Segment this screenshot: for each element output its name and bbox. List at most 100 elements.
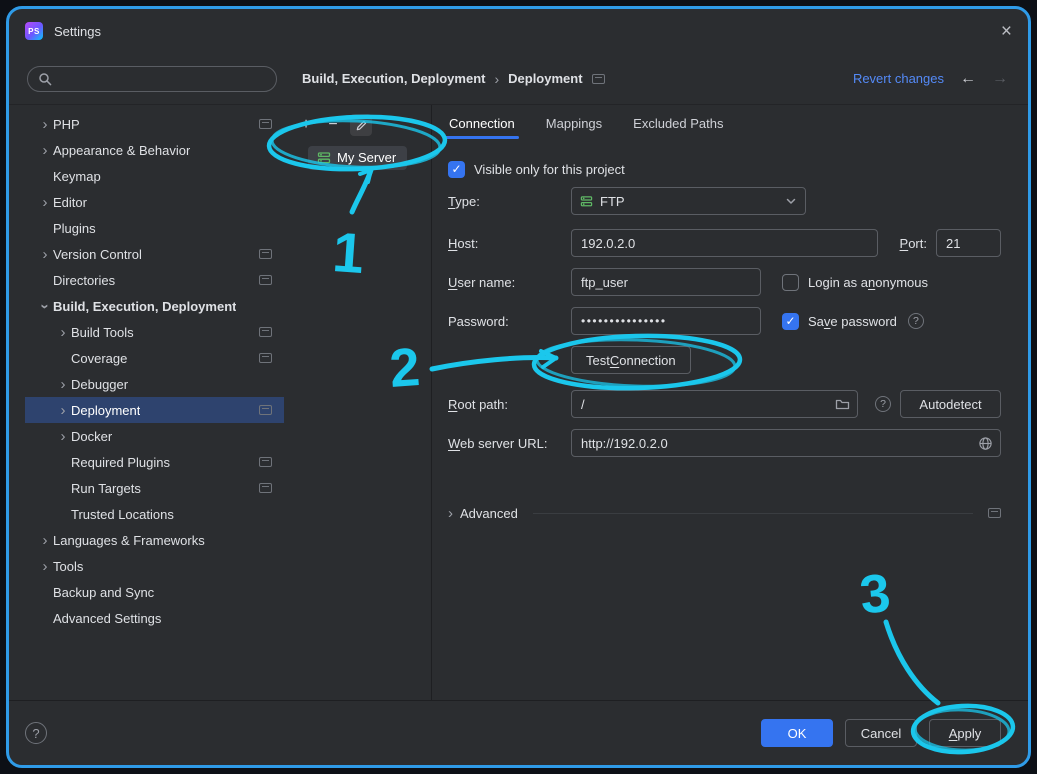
sidebar-item-label: Keymap: [53, 169, 101, 184]
web-server-url-label: Web server URL:: [448, 436, 571, 451]
chevron-down-icon[interactable]: ›: [38, 298, 53, 314]
chevron-right-icon[interactable]: ›: [37, 195, 53, 210]
tab-connection[interactable]: Connection: [448, 114, 516, 133]
sidebar-item-label: Deployment: [71, 403, 140, 418]
user-row: User name: Login as anonymous: [448, 268, 1001, 296]
sidebar-item-coverage[interactable]: Coverage: [25, 345, 284, 371]
per-project-settings-icon: [259, 327, 272, 337]
per-project-settings-icon: [259, 119, 272, 129]
host-input[interactable]: [571, 229, 878, 257]
sidebar-item-label: Editor: [53, 195, 87, 210]
sidebar-item-editor[interactable]: ›Editor: [25, 189, 284, 215]
add-server-button[interactable]: +: [296, 115, 316, 135]
sidebar-item-label: Directories: [53, 273, 115, 288]
sidebar-item-label: Build Tools: [71, 325, 134, 340]
back-arrow-icon[interactable]: ←: [960, 70, 976, 88]
host-label: Host:: [448, 236, 571, 251]
sidebar-item-trusted-locations[interactable]: Trusted Locations: [25, 501, 284, 527]
save-password-checkbox[interactable]: ✓: [782, 313, 799, 330]
tab-excluded-paths[interactable]: Excluded Paths: [632, 114, 724, 133]
forward-arrow-icon[interactable]: →: [992, 70, 1008, 88]
sidebar-item-appearance-behavior[interactable]: ›Appearance & Behavior: [25, 137, 284, 163]
chevron-right-icon[interactable]: ›: [37, 559, 53, 574]
sidebar-item-required-plugins[interactable]: Required Plugins: [25, 449, 284, 475]
close-icon[interactable]: ×: [1001, 22, 1012, 41]
sidebar-item-label: Backup and Sync: [53, 585, 154, 600]
chevron-right-icon[interactable]: ›: [37, 247, 53, 262]
tab-bar: Connection Mappings Excluded Paths: [448, 111, 725, 135]
type-select[interactable]: FTP: [571, 187, 806, 215]
user-name-input[interactable]: [571, 268, 761, 296]
type-row: Type: FTP: [448, 187, 1001, 215]
chevron-right-icon[interactable]: ›: [37, 117, 53, 132]
sidebar-item-languages-frameworks[interactable]: ›Languages & Frameworks: [25, 527, 284, 553]
type-label: Type:: [448, 194, 571, 209]
tab-mappings[interactable]: Mappings: [545, 114, 603, 133]
test-connection-row: Test Connection: [448, 346, 1001, 374]
help-icon[interactable]: ?: [25, 722, 47, 744]
web-server-url-input[interactable]: [571, 429, 1001, 457]
chevron-right-icon[interactable]: ›: [448, 505, 453, 522]
sidebar-item-backup-sync[interactable]: Backup and Sync: [25, 579, 284, 605]
edit-server-button[interactable]: [350, 114, 372, 136]
breadcrumb-parent[interactable]: Build, Execution, Deployment: [302, 71, 485, 86]
test-connection-button[interactable]: Test Connection: [571, 346, 691, 374]
sidebar-item-docker[interactable]: ›Docker: [25, 423, 284, 449]
remove-server-button[interactable]: −: [323, 115, 343, 135]
per-project-settings-icon: [259, 483, 272, 493]
sidebar-item-label: Languages & Frameworks: [53, 533, 205, 548]
sidebar-item-deployment[interactable]: ›Deployment: [25, 397, 284, 423]
server-list-item-my-server[interactable]: My Server: [308, 146, 407, 170]
chevron-right-icon[interactable]: ›: [55, 403, 71, 418]
sidebar-item-keymap[interactable]: Keymap: [25, 163, 284, 189]
sidebar-item-label: Run Targets: [71, 481, 141, 496]
port-input[interactable]: [936, 229, 1001, 257]
search-box[interactable]: [27, 66, 277, 92]
chevron-right-icon[interactable]: ›: [37, 143, 53, 158]
title-bar: PS Settings ×: [9, 9, 1028, 53]
help-icon[interactable]: ?: [908, 313, 924, 329]
save-password-label: Save password: [808, 314, 897, 329]
cancel-button[interactable]: Cancel: [845, 719, 917, 747]
breadcrumb-current[interactable]: Deployment: [508, 71, 582, 86]
sidebar-item-version-control[interactable]: ›Version Control: [25, 241, 284, 267]
settings-dialog: PS Settings × Build, Execution, Deployme…: [6, 6, 1031, 768]
chevron-right-icon[interactable]: ›: [55, 377, 71, 392]
autodetect-button[interactable]: Autodetect: [900, 390, 1001, 418]
apply-button[interactable]: Apply: [929, 719, 1001, 747]
sidebar-item-php[interactable]: ›PHP: [25, 111, 284, 137]
anonymous-checkbox[interactable]: [782, 274, 799, 291]
sidebar-item-debugger[interactable]: ›Debugger: [25, 371, 284, 397]
sidebar-item-label: Tools: [53, 559, 83, 574]
chevron-right-icon[interactable]: ›: [37, 533, 53, 548]
help-icon[interactable]: ?: [875, 396, 891, 412]
sidebar-item-build-tools[interactable]: ›Build Tools: [25, 319, 284, 345]
revert-changes-link[interactable]: Revert changes: [853, 71, 944, 86]
ok-button[interactable]: OK: [761, 719, 833, 747]
visible-only-label: Visible only for this project: [474, 162, 625, 177]
ftp-server-icon: [580, 195, 593, 208]
sidebar-item-plugins[interactable]: Plugins: [25, 215, 284, 241]
sidebar-item-tools[interactable]: ›Tools: [25, 553, 284, 579]
sidebar-item-label: Plugins: [53, 221, 96, 236]
type-value: FTP: [600, 194, 625, 209]
sidebar-item-directories[interactable]: Directories: [25, 267, 284, 293]
sidebar-item-build-execution-deployment[interactable]: ›Build, Execution, Deployment: [25, 293, 284, 319]
root-path-input[interactable]: [571, 390, 858, 418]
chevron-right-icon[interactable]: ›: [55, 429, 71, 444]
sidebar-item-advanced-settings[interactable]: Advanced Settings: [25, 605, 284, 631]
globe-icon[interactable]: [978, 436, 993, 451]
sidebar-item-label: Debugger: [71, 377, 128, 392]
visible-only-checkbox[interactable]: ✓: [448, 161, 465, 178]
sidebar-item-label: Trusted Locations: [71, 507, 174, 522]
chevron-right-icon[interactable]: ›: [55, 325, 71, 340]
password-row: Password: ✓ Save password ?: [448, 307, 1001, 335]
root-path-label: Root path:: [448, 397, 571, 412]
folder-icon[interactable]: [835, 398, 850, 411]
search-input[interactable]: [59, 70, 266, 87]
password-input[interactable]: [571, 307, 761, 335]
root-path-row: Root path: ? Autodetect: [448, 390, 1001, 418]
settings-header: Build, Execution, Deployment › Deploymen…: [9, 53, 1028, 105]
advanced-section-toggle[interactable]: › Advanced: [448, 499, 1001, 527]
sidebar-item-run-targets[interactable]: Run Targets: [25, 475, 284, 501]
